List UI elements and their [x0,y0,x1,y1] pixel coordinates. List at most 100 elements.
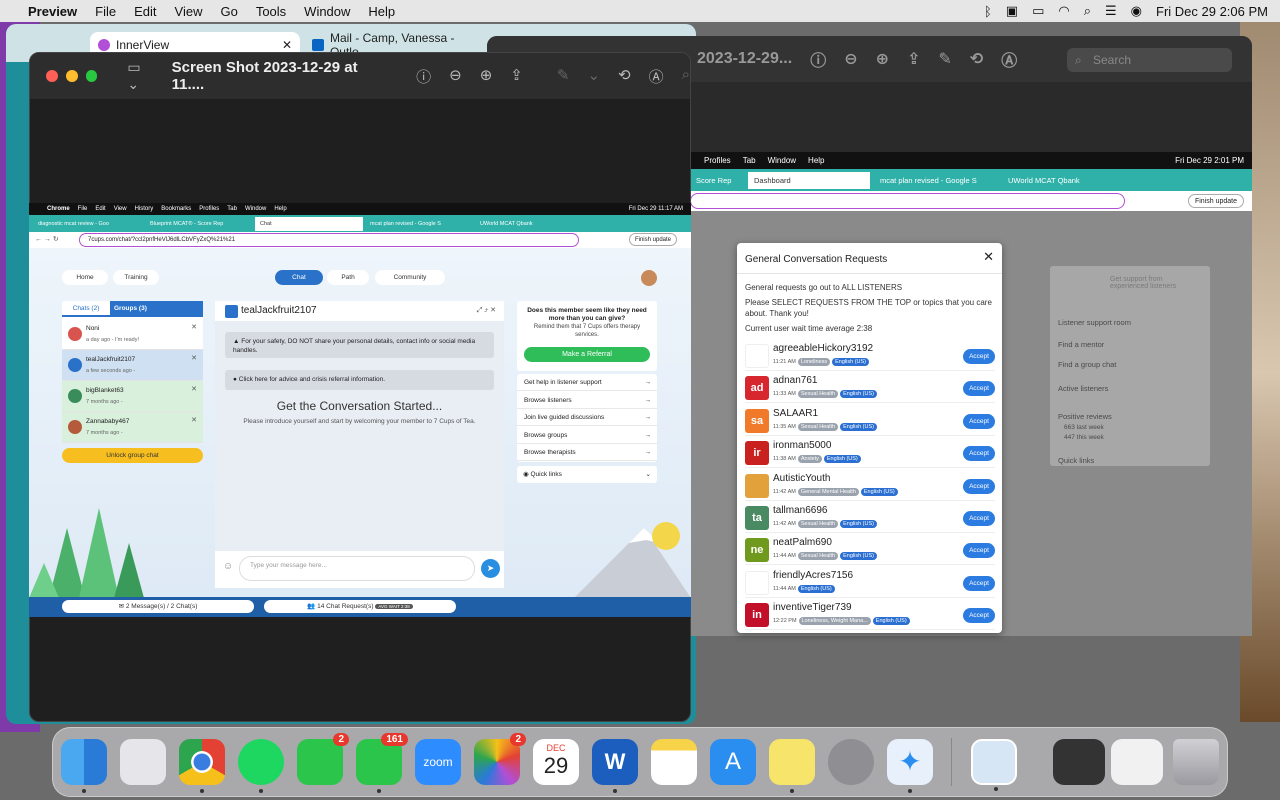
close-window-button[interactable] [46,70,58,82]
link-find-group-chat[interactable]: Find a group chat [1058,360,1116,369]
spark-icon[interactable]: ✦ [887,739,933,793]
menu-edit[interactable]: Edit [134,4,156,19]
launchpad-icon[interactable] [120,739,166,785]
emoji-icon[interactable]: ☺ [223,561,233,572]
markup-icon[interactable]: ✎ [557,66,570,87]
info-icon[interactable]: ⓘ [810,47,826,71]
bluetooth-icon[interactable]: ᛒ [984,4,992,19]
quick-links-toggle[interactable]: ◉ Quick links ⌄ [517,466,657,483]
sidebar-toggle-icon[interactable]: ▭ ⌄ [127,59,155,93]
menubar-clock[interactable]: Fri Dec 29 2:06 PM [1156,4,1268,19]
tab-dashboard[interactable]: Dashboard [748,172,870,189]
share-icon[interactable]: ⇪ [907,49,920,69]
tab-uworld[interactable]: UWorld MCAT Qbank [1002,172,1127,189]
control-center-icon[interactable]: ☰ [1105,3,1117,19]
chat-requests-pill[interactable]: 👥 14 Chat Request(s) AVG WAIT 2:38 [264,600,456,613]
wifi-icon[interactable]: ◠ [1058,3,1069,19]
menu-tools[interactable]: Tools [256,4,286,19]
tab-chats[interactable]: Chats (2) [62,301,110,317]
finish-update-button[interactable]: Finish update [628,233,677,246]
zoom-out-icon[interactable]: ⊖ [844,49,857,69]
chat-list-item[interactable]: Zannababy467 7 months ago - ✕ [62,412,203,443]
link-find-mentor[interactable]: Find a mentor [1058,340,1104,349]
accept-button[interactable]: Accept [963,478,995,494]
spotify-icon[interactable] [238,739,284,793]
zoom-in-icon[interactable]: ⊕ [480,66,493,87]
tab-mcat-plan[interactable]: mcat plan revised - Google S [874,172,999,189]
nav-arrows[interactable]: ← → ↻ [35,235,59,243]
close-icon[interactable]: ✕ [191,323,197,331]
sidebar-link[interactable]: Browse therapists → [517,444,657,461]
sidebar-link[interactable]: Join live guided discussions → [517,409,657,426]
close-icon[interactable]: ✕ [983,249,994,265]
sidebar-link[interactable]: Get help in listener support → [517,374,657,391]
make-referral-button[interactable]: Make a Referral [524,347,650,362]
quick-links-label[interactable]: Quick links [1058,456,1094,465]
tab-chat[interactable]: Chat [255,217,363,231]
chat-list-item[interactable]: tealJackfruit2107 a few seconds ago - ✕ [62,350,203,381]
menu-view[interactable]: View [175,4,203,19]
annotate-icon[interactable]: Ⓐ [1001,47,1017,71]
accept-button[interactable]: Accept [963,446,995,462]
tab-diagnostic-mcat[interactable]: diagnostic mcat review - Goo [33,217,143,231]
close-icon[interactable]: ✕ [282,38,292,52]
nav-community-button[interactable]: Community [375,270,445,285]
url-field[interactable]: 7cups.com/chat/?ccl2pnfHeVlJ6dlLCbVFyZxQ… [79,233,579,247]
zoom-out-icon[interactable]: ⊖ [449,66,462,87]
accept-button[interactable]: Accept [963,381,995,397]
accept-button[interactable]: Accept [963,349,995,364]
chrome-icon[interactable] [179,739,225,793]
active-listeners-label[interactable]: Active listeners [1058,384,1108,393]
search-icon[interactable]: ⌕ [682,66,690,87]
tab-score-rep[interactable]: Score Rep [690,172,746,189]
recent-document-thumbnail[interactable] [1111,739,1163,785]
system-settings-icon[interactable] [828,739,874,785]
notes-icon[interactable] [651,739,697,785]
tab-mcat-plan[interactable]: mcat plan revised - Google S [365,217,473,231]
close-icon[interactable]: ✕ [191,354,197,362]
accept-button[interactable]: Accept [963,511,995,526]
stickies-icon[interactable] [769,739,815,793]
finish-update-button[interactable]: Finish update [1187,194,1244,208]
minimize-window-button[interactable] [65,70,78,82]
tab-uworld[interactable]: UWorld MCAT Qbank [475,217,583,231]
nav-home-button[interactable]: Home [62,270,108,285]
chevron-down-icon[interactable]: ⌄ [587,66,600,87]
calendar-icon[interactable]: DEC 29 [533,739,579,785]
send-icon[interactable]: ➤ [481,559,500,578]
messages-count-pill[interactable]: ✉ 2 Message(s) / 2 Chat(s) [62,600,254,613]
siri-icon[interactable]: ◉ [1131,3,1142,19]
app-store-icon[interactable]: A [710,739,756,785]
shot-left-address-bar[interactable]: ← → ↻ 7cups.com/chat/?ccl2pnfHeVlJ6dlLCb… [29,232,691,248]
close-icon[interactable]: ✕ [191,416,197,424]
close-icon[interactable]: ✕ [191,385,197,393]
preview-search-input[interactable]: ⌕ Search [1067,48,1232,72]
avatar[interactable] [641,270,657,286]
finder-icon[interactable] [61,739,107,793]
tab-blueprint[interactable]: Blueprint MCAT® - Score Rep [145,217,253,231]
accept-button[interactable]: Accept [963,575,995,591]
word-icon[interactable]: W [592,739,638,793]
display-icon[interactable]: ▣ [1006,3,1018,19]
menu-preview[interactable]: Preview [28,4,77,19]
messages-icon[interactable]: 161 [356,733,408,793]
accept-button[interactable]: Accept [963,608,995,624]
shot-right-address-bar[interactable]: Finish update [690,191,1252,211]
preview-icon[interactable] [971,739,1017,791]
rotate-icon[interactable]: ⟲ [970,49,983,69]
url-field[interactable] [690,193,1125,209]
trash-icon[interactable] [1173,739,1219,785]
accept-button[interactable]: Accept [963,543,995,559]
accept-button[interactable]: Accept [963,413,995,429]
nav-path-button[interactable]: Path [327,270,369,285]
zoom-window-button[interactable] [85,70,98,82]
link-listener-support-room[interactable]: Listener support room [1058,318,1131,327]
battery-icon[interactable]: ▭ [1032,3,1044,19]
sidebar-link[interactable]: Browse groups → [517,427,657,444]
rotate-icon[interactable]: ⟲ [618,66,631,87]
search-icon[interactable]: ⌕ [1084,3,1091,19]
chat-list-item[interactable]: bigBlanket63 7 months ago - ✕ [62,381,203,412]
menu-help[interactable]: Help [368,4,395,19]
menu-window[interactable]: Window [304,4,350,19]
unlock-group-chat-button[interactable]: Unlock group chat [62,448,203,463]
